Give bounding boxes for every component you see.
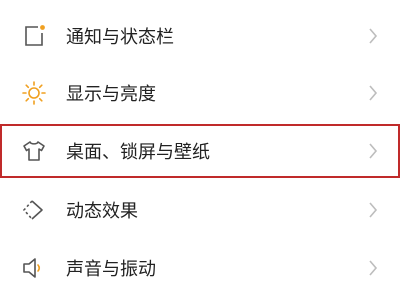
settings-item-notifications[interactable]: 通知与状态栏 <box>0 9 400 63</box>
notification-square-icon <box>20 22 48 50</box>
sun-brightness-icon <box>20 79 48 107</box>
motion-effect-icon <box>20 196 48 224</box>
settings-item-label: 显示与亮度 <box>66 84 156 105</box>
settings-item-motion-effects[interactable]: 动态效果 <box>0 183 400 237</box>
settings-item-label: 动态效果 <box>66 201 138 222</box>
chevron-right-icon <box>366 26 380 46</box>
settings-list: 通知与状态栏 显示与亮度 桌面、锁屏与壁纸 动态效果 声音与振动 <box>0 0 400 300</box>
speaker-icon <box>20 254 48 282</box>
chevron-right-icon <box>366 258 380 278</box>
chevron-right-icon <box>366 200 380 220</box>
tshirt-theme-icon <box>20 137 48 165</box>
settings-item-label: 通知与状态栏 <box>66 27 174 48</box>
settings-item-label: 桌面、锁屏与壁纸 <box>66 142 210 163</box>
settings-item-sound-vibration[interactable]: 声音与振动 <box>0 241 400 295</box>
settings-item-label: 声音与振动 <box>66 259 156 280</box>
chevron-right-icon <box>366 141 380 161</box>
chevron-right-icon <box>366 83 380 103</box>
settings-item-display-brightness[interactable]: 显示与亮度 <box>0 66 400 120</box>
settings-item-desktop-lockscreen-wallpaper[interactable]: 桌面、锁屏与壁纸 <box>0 124 400 178</box>
